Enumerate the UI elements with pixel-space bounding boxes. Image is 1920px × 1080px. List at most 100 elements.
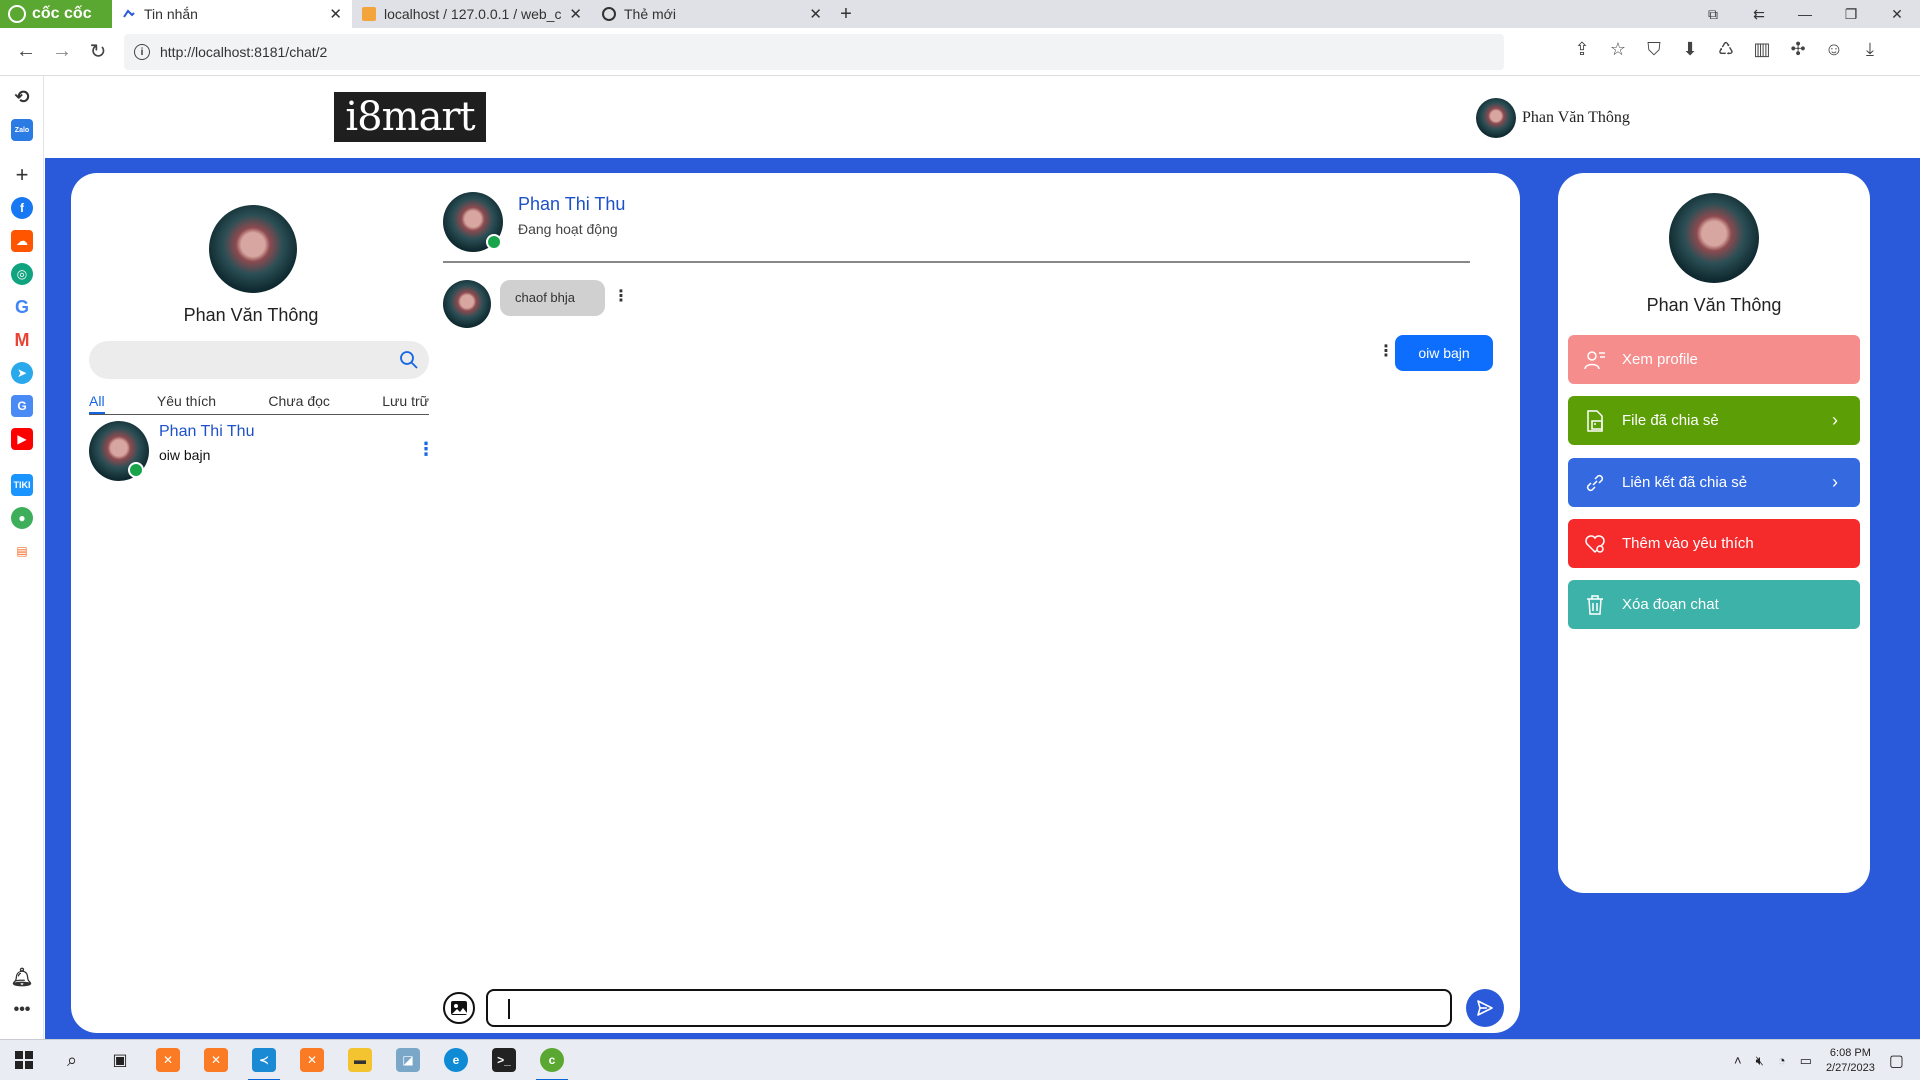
google-icon[interactable]: G — [11, 296, 33, 318]
shared-links-button[interactable]: Liên kết đã chia sẻ › — [1568, 458, 1860, 507]
facebook-icon[interactable]: f — [11, 197, 33, 219]
filter-all[interactable]: All — [89, 393, 105, 414]
tab-tin-nhan[interactable]: Tin nhắn ✕ — [112, 0, 352, 28]
filter-archived[interactable]: Lưu trữ — [382, 393, 429, 414]
filter-unread[interactable]: Chưa đọc — [268, 393, 330, 414]
clock[interactable]: 6:08 PM 2/27/2023 — [1826, 1046, 1875, 1076]
peer-avatar[interactable] — [443, 192, 503, 252]
message-options-icon[interactable]: ⋮ — [613, 287, 629, 307]
filter-favorite[interactable]: Yêu thích — [157, 393, 216, 414]
reload-button[interactable]: ↻ — [80, 39, 116, 64]
bookmark-star-icon[interactable]: ☆ — [1608, 38, 1628, 60]
volume-muted-icon[interactable]: 🔇︎ — [1756, 1053, 1764, 1069]
taskbar-terminal[interactable]: >_ — [480, 1040, 528, 1080]
tab-title: Tin nhắn — [144, 6, 198, 22]
soundcloud-icon[interactable]: ☁ — [11, 230, 33, 252]
new-tab-button[interactable]: + — [832, 0, 860, 28]
online-indicator — [486, 234, 502, 250]
back-button[interactable]: ← — [8, 40, 44, 63]
chevron-up-icon[interactable]: ˄ — [1734, 1053, 1742, 1068]
taskbar-file-explorer[interactable]: ▬ — [336, 1040, 384, 1080]
notification-icon[interactable]: 🔔︎ — [11, 966, 34, 988]
telegram-icon[interactable]: ➤ — [11, 362, 33, 384]
notifications-icon[interactable]: ▢ — [1889, 1051, 1904, 1071]
wifi-icon[interactable]: ◔ — [1778, 1053, 1786, 1068]
youtube-icon[interactable]: ▶ — [11, 428, 33, 450]
message-sender-avatar — [443, 280, 491, 328]
screenshot-icon[interactable]: ⧉ — [1690, 6, 1736, 23]
browser-toolbar: ← → ↻ i http://localhost:8181/chat/2 ⇪ ☆… — [0, 28, 1920, 76]
window-close-button[interactable]: ✕ — [1874, 6, 1920, 23]
send-button[interactable] — [1466, 989, 1504, 1027]
view-profile-button[interactable]: Xem profile — [1568, 335, 1860, 384]
restore-button[interactable]: ❐ — [1828, 6, 1874, 23]
conversation-search-input[interactable] — [89, 341, 429, 379]
game-icon[interactable]: ● — [11, 507, 33, 529]
profile-icon[interactable]: ☺ — [1824, 38, 1844, 60]
share-icon[interactable]: ⇪ — [1572, 38, 1592, 60]
translate-icon[interactable]: G — [11, 395, 33, 417]
tab-search-icon[interactable]: ⇇ — [1736, 6, 1782, 23]
chat-main: Phan Thi Thu Đang hoạt động chaof bhja ⋮… — [443, 173, 1504, 1033]
search-icon: ⌕ — [66, 1049, 78, 1070]
taskbar-app[interactable]: ◪ — [384, 1040, 432, 1080]
message-options-icon[interactable]: ⋮ — [1378, 342, 1394, 362]
delete-chat-button[interactable]: Xóa đoạn chat — [1568, 580, 1860, 629]
taskbar-xampp-3[interactable]: ✕ — [288, 1040, 336, 1080]
gmail-icon[interactable]: M — [11, 329, 33, 351]
taskbar-coccoc[interactable]: c — [528, 1040, 576, 1080]
coccoc-logo-icon — [8, 5, 26, 23]
start-button[interactable] — [0, 1040, 48, 1080]
download-page-icon[interactable]: ⬇ — [1680, 38, 1700, 60]
browser-sidebar: ⟲ Zalo + f ☁ ◎ G M ➤ G ▶ TIKI ● ▤ 🔔︎ ••• — [0, 76, 44, 1039]
incoming-message[interactable]: chaof bhja — [500, 280, 605, 316]
add-icon[interactable]: + — [11, 162, 33, 187]
tiki-icon[interactable]: TIKI — [11, 474, 33, 496]
close-icon[interactable]: ✕ — [329, 5, 342, 23]
taskbar-vscode[interactable]: ≺ — [240, 1040, 288, 1080]
forward-button[interactable]: → — [44, 40, 80, 63]
tab-new[interactable]: Thẻ mới ✕ — [592, 0, 832, 28]
recycle-icon[interactable]: ♺ — [1716, 38, 1736, 60]
peer-name[interactable]: Phan Thi Thu — [518, 194, 625, 215]
more-icon[interactable]: ••• — [11, 999, 33, 1021]
conversation-last-message: oiw bajn — [159, 447, 211, 463]
site-logo[interactable]: i8mart — [334, 92, 486, 142]
chatgpt-icon[interactable]: ◎ — [11, 263, 33, 285]
address-bar[interactable]: i http://localhost:8181/chat/2 — [124, 34, 1504, 70]
shop-icon[interactable]: ▤ — [11, 540, 33, 562]
taskbar-xampp-1[interactable]: ✕ — [144, 1040, 192, 1080]
xampp-icon: ✕ — [300, 1048, 324, 1072]
downloads-icon[interactable]: ⤓ — [1860, 38, 1880, 60]
outgoing-message[interactable]: oiw bajn — [1395, 335, 1493, 371]
shared-files-button[interactable]: File đã chia sẻ › — [1568, 396, 1860, 445]
taskbar-xampp-2[interactable]: ✕ — [192, 1040, 240, 1080]
shield-icon[interactable]: ⛉ — [1644, 38, 1664, 60]
panel-icon[interactable]: ▥ — [1752, 38, 1772, 60]
task-view-button[interactable]: ▣ — [96, 1040, 144, 1080]
close-icon[interactable]: ✕ — [569, 5, 582, 23]
send-icon — [1477, 1000, 1493, 1016]
add-favorite-button[interactable]: Thêm vào yêu thích — [1568, 519, 1860, 568]
url-text[interactable]: http://localhost:8181/chat/2 — [160, 44, 327, 60]
message-input[interactable] — [486, 989, 1452, 1027]
clock-date: 2/27/2023 — [1825, 1061, 1875, 1074]
battery-icon[interactable]: ▭ — [1800, 1053, 1812, 1069]
taskbar-edge[interactable]: e — [432, 1040, 480, 1080]
history-icon[interactable]: ⟲ — [11, 86, 33, 108]
browser-brand[interactable]: cốc cốc — [0, 0, 112, 28]
more-vertical-icon[interactable]: ⋮ — [417, 439, 435, 459]
window-controls: ⧉ ⇇ — ❐ ✕ — [1690, 0, 1920, 28]
attach-image-button[interactable] — [443, 992, 475, 1024]
zalo-icon[interactable]: Zalo — [11, 119, 33, 141]
search-icon[interactable] — [399, 350, 419, 370]
extensions-icon[interactable]: ✣ — [1788, 38, 1808, 60]
info-icon[interactable]: i — [134, 44, 150, 60]
close-icon[interactable]: ✕ — [809, 5, 822, 23]
header-user[interactable]: Phan Văn Thông — [1476, 98, 1630, 138]
chevron-right-icon: › — [1832, 410, 1838, 430]
conversation-item[interactable]: Phan Thi Thu oiw bajn ⋮ — [89, 421, 435, 483]
tab-phpmyadmin[interactable]: localhost / 127.0.0.1 / web_c ✕ — [352, 0, 592, 28]
taskbar-search-button[interactable]: ⌕ — [48, 1040, 96, 1080]
minimize-button[interactable]: — — [1782, 6, 1828, 22]
